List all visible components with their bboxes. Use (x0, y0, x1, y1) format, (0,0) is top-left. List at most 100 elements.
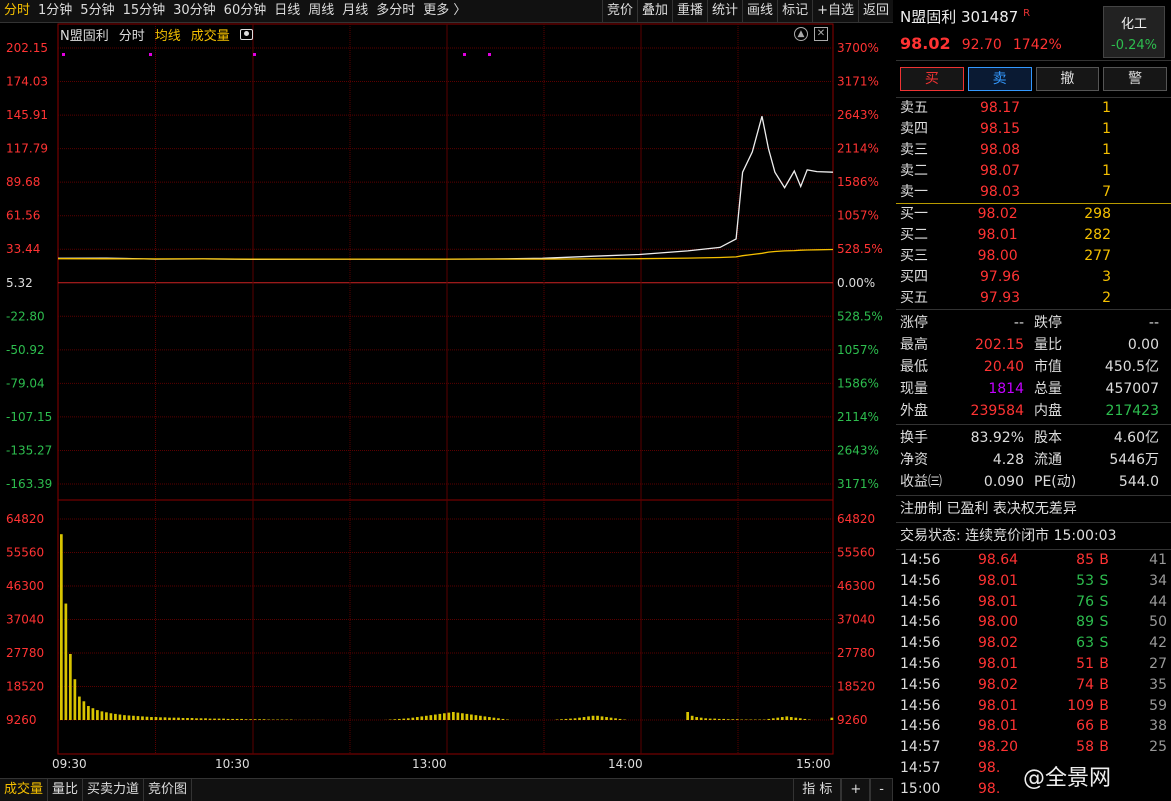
sector-box[interactable]: 化工 -0.24% (1103, 6, 1165, 58)
volume-tick-left: 46300 (6, 579, 44, 593)
stat-row: 净资4.28流通5446万 (896, 449, 1171, 471)
price-change: 92.70 (962, 37, 1002, 53)
volume-bar (402, 719, 405, 720)
chart-svg: 202.153700%174.033171%145.912643%117.792… (0, 22, 893, 778)
buy_orders-volume: 298 (1084, 204, 1171, 225)
volume-bar (457, 713, 460, 720)
stat-label-2: 内盘 (1024, 400, 1078, 422)
camera-icon[interactable] (240, 29, 253, 40)
volume-bar (101, 711, 104, 720)
tick-row: 14:5698.01109B59 (896, 696, 1171, 717)
stat-row: 换手83.92%股本4.60亿 (896, 427, 1171, 449)
buy_orders-volume: 277 (1084, 246, 1171, 267)
volume-bar (560, 719, 563, 720)
volume-bar (240, 719, 243, 720)
tick-dir: S (1094, 571, 1114, 592)
indicator-tab-0[interactable]: 成交量 (0, 779, 48, 801)
period-tab-9[interactable]: 多分时 (372, 0, 419, 22)
buy_orders-price: 98.00 (978, 246, 1085, 267)
sector-pct: -0.24% (1104, 38, 1164, 53)
volume-tick-left: 64820 (6, 512, 44, 526)
period-tab-8[interactable]: 月线 (338, 0, 372, 22)
toolbar-action-4[interactable]: 画线 (743, 0, 777, 22)
volume-bar (407, 718, 410, 720)
buy_orders-label: 买二 (896, 225, 978, 246)
toolbar-action-3[interactable]: 统计 (708, 0, 742, 22)
sell-button[interactable]: 卖 (968, 67, 1032, 91)
buy_orders-label: 买一 (896, 204, 978, 225)
price-tick-right: 3171% (837, 477, 879, 491)
toolbar-action-2[interactable]: 重播 (673, 0, 707, 22)
price-tick-right: 2114% (837, 142, 879, 156)
volume-tick-left: 18520 (6, 680, 44, 694)
chart-up-icon[interactable]: ▲ (794, 27, 808, 41)
volume-bar (592, 716, 595, 720)
toolbar-action-7[interactable]: 返回 (859, 0, 893, 22)
stat-value-2: 0.00 (1078, 334, 1171, 356)
volume-bar (150, 717, 153, 720)
tick-count: 35 (1114, 675, 1171, 696)
event-marker (62, 53, 65, 56)
volume-bar (83, 701, 86, 720)
toolbar-action-0[interactable]: 竞价 (603, 0, 637, 22)
stat-value-2: 457007 (1078, 378, 1171, 400)
volume-tick-right: 18520 (837, 680, 875, 694)
buy_orders-row: 买一98.02298 (896, 204, 1171, 225)
period-tab-3[interactable]: 15分钟 (119, 0, 170, 22)
volume-tick-left: 37040 (6, 613, 44, 627)
volume-bar (448, 713, 451, 720)
sell_orders-volume: 1 (1090, 140, 1171, 161)
price-line (58, 116, 833, 259)
cancel-button[interactable]: 撤 (1036, 67, 1100, 91)
bottom-action-0[interactable]: 指 标 (793, 779, 841, 801)
toolbar-action-1[interactable]: 叠加 (638, 0, 672, 22)
sell_orders-row: 卖一98.037 (896, 182, 1171, 203)
sell_orders-volume: 1 (1090, 98, 1171, 119)
volume-bar (614, 718, 617, 720)
volume-bar (218, 719, 221, 720)
alert-button[interactable]: 警 (1103, 67, 1167, 91)
chart-border (58, 24, 833, 754)
tick-time: 14:56 (896, 716, 978, 737)
volume-tick-left: 55560 (6, 546, 44, 560)
sell_orders-price: 98.17 (980, 98, 1090, 119)
period-tab-4[interactable]: 30分钟 (169, 0, 220, 22)
tick-row: 14:5798.2058B25 (896, 737, 1171, 758)
period-tab-6[interactable]: 日线 (270, 0, 304, 22)
indicator-tab-2[interactable]: 买卖力道 (83, 779, 144, 801)
chart-close-icon[interactable]: ✕ (814, 27, 828, 41)
buy-button[interactable]: 买 (900, 67, 964, 91)
period-tab-10[interactable]: 更多 〉 (419, 0, 470, 22)
price-pct: 1742% (1013, 37, 1062, 53)
period-tab-2[interactable]: 5分钟 (76, 0, 118, 22)
price-tick-left: 145.91 (6, 108, 48, 122)
period-tab-0[interactable]: 分时 (0, 0, 34, 22)
stat-label: 最低 (896, 356, 944, 378)
tick-qty: 85 (1048, 550, 1094, 571)
volume-bar (204, 718, 207, 720)
tick-row: 14:5698.0089S50 (896, 612, 1171, 633)
stat-label: 最高 (896, 334, 944, 356)
volume-bar (578, 718, 581, 720)
volume-bar (186, 718, 189, 720)
volume-bar (695, 717, 698, 720)
price-tick-left: -135.27 (6, 443, 52, 457)
toolbar-action-6[interactable]: +自选 (813, 0, 858, 22)
volume-bar (141, 716, 144, 720)
volume-bar (425, 716, 428, 720)
indicator-tab-1[interactable]: 量比 (48, 779, 83, 801)
tick-qty: 63 (1048, 633, 1094, 654)
period-tab-5[interactable]: 60分钟 (220, 0, 271, 22)
trade-status: 交易状态: 连续竞价闭市 15:00:03 (896, 523, 1171, 550)
period-tab-1[interactable]: 1分钟 (34, 0, 76, 22)
bottom-action-2[interactable]: - (870, 779, 893, 801)
sell_orders-row: 卖二98.071 (896, 161, 1171, 182)
volume-bar (776, 718, 779, 720)
toolbar-action-5[interactable]: 标记 (778, 0, 812, 22)
indicator-tab-3[interactable]: 竞价图 (144, 779, 192, 801)
volume-bar (159, 717, 162, 720)
bottom-action-1[interactable]: + (841, 779, 870, 801)
volume-bar (164, 717, 167, 720)
period-tab-7[interactable]: 周线 (304, 0, 338, 22)
volume-bar (231, 719, 234, 720)
